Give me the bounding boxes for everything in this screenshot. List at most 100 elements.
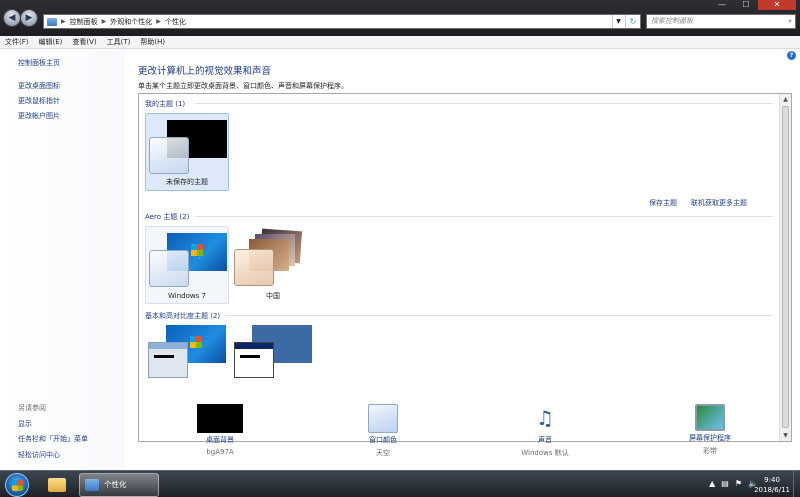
control-panel-icon (85, 479, 99, 491)
menu-help[interactable]: 帮助(H) (140, 37, 165, 47)
taskbar-start-menu-link[interactable]: 任务栏和「开始」菜单 (18, 434, 88, 444)
ease-of-access-link[interactable]: 轻松访问中心 (18, 450, 60, 460)
window-glass-preview (149, 137, 189, 174)
network-icon[interactable]: ▤ (721, 479, 729, 488)
breadcrumb-separator-icon: ▶ (101, 18, 107, 25)
desktop-background-tile[interactable]: 桌面背景 bgA97A (165, 404, 275, 456)
basic-window-preview (148, 342, 188, 378)
clock[interactable]: 9:40 2018/6/11 (754, 475, 790, 495)
theme-unsaved[interactable]: 未保存的主题 (145, 113, 229, 191)
theme-list-panel: 我的主题 (1) 未保存的主题 保存主题 联机获取更多主题 Aero 主题 (2… (138, 93, 792, 442)
start-button[interactable] (5, 473, 29, 497)
close-button[interactable]: ✕ (758, 0, 796, 10)
breadcrumb-personalization[interactable]: 个性化 (165, 17, 186, 27)
folder-icon (48, 478, 66, 492)
forward-button[interactable]: ▶ (20, 9, 38, 27)
vertical-scrollbar[interactable]: ▲ ▼ (779, 94, 791, 441)
action-center-icon[interactable]: ⚑ (735, 479, 742, 488)
screensaver-value: 彩带 (703, 447, 717, 455)
group-divider (195, 216, 773, 217)
change-mouse-pointers-link[interactable]: 更改鼠标指针 (18, 96, 60, 106)
mouse-cursor-icon: ☝ (194, 251, 201, 262)
desktop-background-link[interactable]: 桌面背景 (165, 435, 275, 445)
back-arrow-icon: ◀ (8, 13, 16, 23)
theme-china[interactable]: 中国 (231, 226, 315, 304)
windows-logo-icon (190, 335, 202, 348)
theme-label: Windows 7 (168, 292, 206, 300)
maximize-button[interactable]: ☐ (734, 0, 758, 10)
menu-bar: 文件(F) 编辑(E) 查看(V) 工具(T) 帮助(H) (0, 36, 800, 49)
control-panel-icon (47, 17, 57, 26)
scroll-down-icon[interactable]: ▼ (780, 430, 791, 441)
address-bar[interactable]: ▶ 控制面板 ▶ 外观和个性化 ▶ 个性化 ▼ ↻ (43, 14, 641, 29)
window-glass-preview (234, 249, 274, 286)
forward-arrow-icon: ▶ (25, 13, 33, 23)
group-basic-themes: 基本和高对比度主题 (2) (145, 312, 221, 320)
group-aero-themes: Aero 主题 (2) (145, 213, 190, 221)
breadcrumb-control-panel[interactable]: 控制面板 (70, 17, 98, 27)
display-link[interactable]: 显示 (18, 419, 32, 429)
search-input[interactable]: 搜索控制面板 ⌕ (646, 14, 796, 29)
group-divider (225, 315, 773, 316)
theme-windows7-basic[interactable] (145, 323, 229, 393)
menu-view[interactable]: 查看(V) (72, 37, 96, 47)
window-color-value: 天空 (376, 449, 390, 457)
theme-label: 未保存的主题 (166, 178, 208, 186)
menu-tools[interactable]: 工具(T) (107, 37, 131, 47)
left-nav-pane: 控制面板主页 更改桌面图标 更改鼠标指针 更改帐户图片 另请参阅 显示 任务栏和… (0, 49, 125, 470)
desktop-background-value: bgA97A (206, 448, 234, 456)
scroll-thumb[interactable] (782, 106, 789, 428)
breadcrumb-appearance[interactable]: 外观和个性化 (110, 17, 152, 27)
sounds-value: Windows 默认 (521, 449, 569, 457)
group-my-themes: 我的主题 (1) (145, 100, 186, 108)
search-placeholder: 搜索控制面板 (651, 17, 693, 25)
show-desktop-button[interactable] (793, 471, 800, 497)
taskbar-personalization-button[interactable]: 个性化 (79, 473, 159, 497)
window-color-icon (368, 404, 398, 433)
sounds-link[interactable]: 声音 (490, 435, 600, 445)
get-more-themes-link[interactable]: 联机获取更多主题 (691, 198, 747, 208)
address-dropdown-icon[interactable]: ▼ (612, 15, 624, 28)
save-theme-link[interactable]: 保存主题 (649, 198, 677, 208)
theme-label: 中国 (266, 292, 280, 300)
minimize-button[interactable]: — (710, 0, 734, 10)
window-color-tile[interactable]: 窗口颜色 天空 (328, 404, 438, 458)
screensaver-tile[interactable]: 屏幕保护程序 彩带 (655, 404, 765, 456)
system-tray: ▲ ▤ ⚑ 🔈 (709, 479, 758, 488)
help-icon[interactable]: ? (787, 51, 796, 60)
sounds-tile[interactable]: ♫ 声音 Windows 默认 (490, 404, 600, 458)
group-divider (195, 103, 773, 104)
change-desktop-icons-link[interactable]: 更改桌面图标 (18, 81, 60, 91)
sounds-icon: ♫ (536, 406, 554, 430)
taskbar-item-label: 个性化 (104, 480, 127, 489)
page-subtitle: 单击某个主题立即更改桌面背景、窗口颜色、声音和屏幕保护程序。 (138, 82, 348, 90)
back-button[interactable]: ◀ (3, 9, 21, 27)
main-content: ? 更改计算机上的视觉效果和声音 单击某个主题立即更改桌面背景、窗口颜色、声音和… (125, 49, 800, 470)
window-controls: — ☐ ✕ (710, 0, 796, 10)
desktop-background-icon (197, 404, 243, 433)
change-account-picture-link[interactable]: 更改帐户图片 (18, 111, 60, 121)
window-glass-preview (149, 250, 189, 287)
taskbar-explorer-button[interactable] (44, 474, 70, 496)
screensaver-link[interactable]: 屏幕保护程序 (655, 433, 765, 443)
contrast-window-preview (234, 342, 274, 378)
page-title: 更改计算机上的视觉效果和声音 (138, 66, 272, 77)
clock-date: 2018/6/11 (754, 486, 790, 494)
clock-time: 9:40 (764, 476, 780, 484)
window-color-link[interactable]: 窗口颜色 (328, 435, 438, 445)
menu-edit[interactable]: 编辑(E) (39, 37, 63, 47)
breadcrumb-separator-icon: ▶ (156, 18, 161, 25)
control-panel-home-link[interactable]: 控制面板主页 (18, 58, 60, 68)
taskbar: 个性化 ▲ ▤ ⚑ 🔈 9:40 2018/6/11 (0, 470, 800, 497)
theme-high-contrast[interactable] (231, 323, 315, 393)
search-icon[interactable]: ⌕ (788, 15, 792, 28)
scroll-up-icon[interactable]: ▲ (780, 94, 791, 105)
tray-expand-icon[interactable]: ▲ (709, 479, 715, 488)
refresh-icon[interactable]: ↻ (625, 15, 640, 28)
breadcrumb-separator-icon: ▶ (61, 18, 66, 25)
menu-file[interactable]: 文件(F) (5, 37, 29, 47)
see-also-heading: 另请参阅 (18, 404, 46, 412)
screensaver-icon (695, 404, 725, 431)
theme-windows7[interactable]: ☝ Windows 7 (145, 226, 229, 304)
windows-logo-icon (12, 480, 23, 491)
